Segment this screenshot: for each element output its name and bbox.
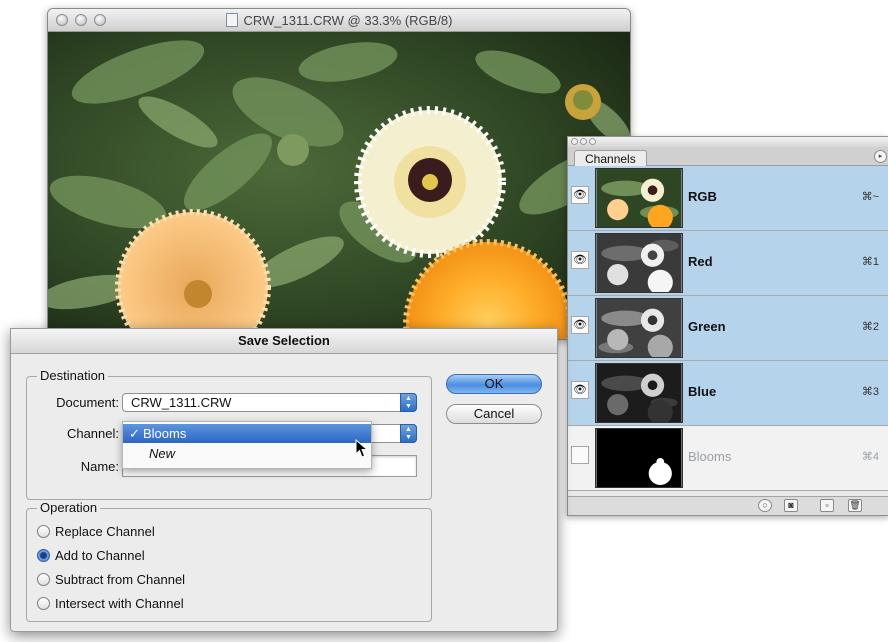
channel-name: Blue bbox=[688, 384, 717, 399]
channel-row-red[interactable]: 👁 Red ⌘1 bbox=[568, 231, 888, 296]
channel-shortcut: ⌘4 bbox=[861, 451, 879, 463]
panel-zoom-button[interactable] bbox=[589, 138, 596, 145]
radio-label: Replace Channel bbox=[55, 524, 155, 539]
panel-menu-icon[interactable]: ▸ bbox=[874, 150, 887, 163]
channel-row-blooms[interactable]: Blooms ⌘4 bbox=[568, 426, 888, 491]
channel-row-rgb[interactable]: 👁 RGB ⌘~ bbox=[568, 166, 888, 231]
document-title-text: CRW_1311.CRW @ 33.3% (RGB/8) bbox=[243, 13, 453, 28]
eye-icon[interactable]: 👁 bbox=[571, 251, 589, 269]
channel-shortcut: ⌘1 bbox=[861, 256, 879, 268]
radio-label: Subtract from Channel bbox=[55, 572, 186, 587]
document-titlebar[interactable]: CRW_1311.CRW @ 33.3% (RGB/8) bbox=[48, 9, 630, 32]
eye-toggle-empty[interactable] bbox=[571, 446, 589, 464]
menu-item-label: Blooms bbox=[143, 426, 187, 441]
destination-group-label: Destination bbox=[37, 368, 109, 383]
save-selection-icon[interactable]: ◙ bbox=[784, 499, 798, 512]
channel-row-green[interactable]: 👁 Green ⌘2 bbox=[568, 296, 888, 361]
panel-minimize-button[interactable] bbox=[580, 138, 587, 145]
channels-panel-titlebar[interactable] bbox=[568, 137, 888, 147]
popup-arrows-icon: ▲ ▼ bbox=[400, 424, 417, 443]
radio-button-selected[interactable] bbox=[37, 549, 50, 562]
radio-label: Intersect with Channel bbox=[55, 596, 184, 611]
channel-name: Green bbox=[688, 319, 726, 334]
ok-button[interactable]: OK bbox=[446, 374, 542, 394]
popup-arrows-icon: ▲ ▼ bbox=[400, 393, 417, 412]
channel-label: Channel: bbox=[66, 426, 119, 441]
eye-icon[interactable]: 👁 bbox=[571, 316, 589, 334]
dialog-title: Save Selection bbox=[11, 329, 557, 354]
channel-shortcut: ⌘2 bbox=[861, 321, 879, 333]
channel-dropdown-menu: ✓ Blooms New bbox=[122, 421, 372, 469]
channel-name: Blooms bbox=[688, 449, 732, 464]
radio-button[interactable] bbox=[37, 597, 50, 610]
channel-thumbnail-rgb bbox=[595, 168, 683, 228]
channel-thumbnail-blooms bbox=[595, 428, 683, 488]
trash-icon[interactable]: 🗑 bbox=[848, 499, 862, 512]
channel-thumbnail-red bbox=[595, 233, 683, 293]
save-selection-dialog: Save Selection Destination Document: CRW… bbox=[10, 328, 558, 632]
load-selection-icon[interactable]: ○ bbox=[758, 499, 772, 512]
flower-photo-canvas[interactable] bbox=[48, 32, 630, 339]
menu-item-blooms[interactable]: ✓ Blooms bbox=[123, 424, 371, 443]
document-popup-value: CRW_1311.CRW bbox=[131, 395, 232, 410]
channel-thumbnail-green bbox=[595, 298, 683, 358]
checkmark-icon: ✓ bbox=[129, 426, 140, 441]
tab-channels[interactable]: Channels bbox=[574, 150, 647, 167]
radio-button[interactable] bbox=[37, 573, 50, 586]
document-title: CRW_1311.CRW @ 33.3% (RGB/8) bbox=[48, 13, 630, 28]
document-file-icon bbox=[225, 13, 238, 27]
menu-item-label: New bbox=[149, 446, 176, 461]
name-label: Name: bbox=[80, 459, 119, 474]
channel-name: RGB bbox=[688, 189, 717, 204]
document-label: Document: bbox=[56, 395, 119, 410]
radio-label: Add to Channel bbox=[55, 548, 145, 563]
channels-panel-footer: ○ ◙ ▫ 🗑 bbox=[568, 496, 888, 515]
channel-shortcut: ⌘~ bbox=[861, 191, 879, 203]
channel-shortcut: ⌘3 bbox=[861, 386, 879, 398]
channel-row-blue[interactable]: 👁 Blue ⌘3 bbox=[568, 361, 888, 426]
channels-panel: Channels ▸ 👁 RGB ⌘~ 👁 Red ⌘1 👁 Green ⌘2 … bbox=[567, 136, 888, 516]
channel-thumbnail-blue bbox=[595, 363, 683, 423]
menu-item-new[interactable]: New bbox=[123, 444, 371, 463]
eye-icon[interactable]: 👁 bbox=[571, 186, 589, 204]
radio-button[interactable] bbox=[37, 525, 50, 538]
mouse-pointer-icon bbox=[355, 439, 369, 458]
operation-group-label: Operation bbox=[37, 500, 101, 515]
eye-icon[interactable]: 👁 bbox=[571, 381, 589, 399]
document-popup[interactable]: CRW_1311.CRW ▲ ▼ bbox=[122, 393, 417, 412]
panel-close-button[interactable] bbox=[571, 138, 578, 145]
channel-name: Red bbox=[688, 254, 713, 269]
new-channel-icon[interactable]: ▫ bbox=[820, 499, 834, 512]
channels-tabbar: Channels ▸ bbox=[568, 147, 888, 167]
document-window: CRW_1311.CRW @ 33.3% (RGB/8) bbox=[47, 8, 631, 340]
cancel-button[interactable]: Cancel bbox=[446, 404, 542, 424]
